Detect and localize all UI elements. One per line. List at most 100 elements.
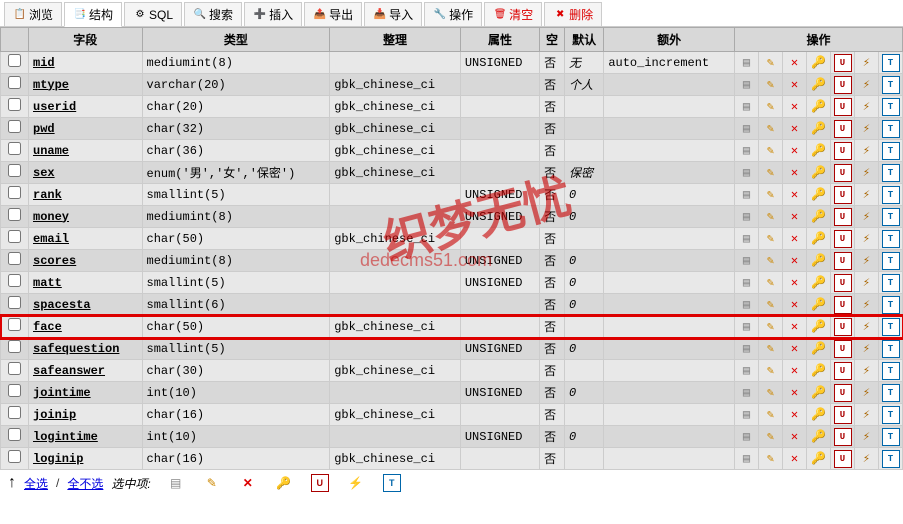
fulltext-icon[interactable]: T	[882, 230, 900, 248]
fulltext-icon[interactable]: T	[882, 120, 900, 138]
primary-key-icon[interactable]: 🔑	[810, 362, 828, 380]
edit-icon[interactable]: ✎	[762, 76, 780, 94]
fulltext-icon[interactable]: T	[882, 384, 900, 402]
unique-icon[interactable]: U	[834, 54, 852, 72]
field-name[interactable]: loginip	[33, 452, 83, 466]
unique-icon[interactable]: U	[834, 252, 852, 270]
drop-icon[interactable]: ✕	[786, 230, 804, 248]
unique-icon[interactable]: U	[834, 340, 852, 358]
drop-icon[interactable]: ✕	[786, 318, 804, 336]
drop-icon[interactable]: ✕	[786, 340, 804, 358]
drop-icon[interactable]: ✕	[786, 142, 804, 160]
browse-icon[interactable]: ▤	[738, 120, 756, 138]
primary-key-icon[interactable]: 🔑	[810, 274, 828, 292]
field-name[interactable]: scores	[33, 254, 76, 268]
primary-key-icon[interactable]: 🔑	[810, 208, 828, 226]
edit-icon[interactable]: ✎	[762, 274, 780, 292]
unique-icon[interactable]: U	[311, 474, 329, 492]
index-icon[interactable]: ⚡	[858, 274, 876, 292]
unique-icon[interactable]: U	[834, 296, 852, 314]
edit-icon[interactable]: ✎	[762, 164, 780, 182]
unique-icon[interactable]: U	[834, 208, 852, 226]
primary-key-icon[interactable]: 🔑	[810, 296, 828, 314]
drop-icon[interactable]: ✕	[786, 164, 804, 182]
fulltext-icon[interactable]: T	[882, 274, 900, 292]
index-icon[interactable]: ⚡	[858, 406, 876, 424]
row-checkbox[interactable]	[8, 142, 21, 155]
row-checkbox[interactable]	[8, 428, 21, 441]
browse-icon[interactable]: ▤	[738, 406, 756, 424]
browse-icon[interactable]: ▤	[167, 474, 185, 492]
tab-8[interactable]: 🗑清空	[484, 2, 542, 26]
primary-key-icon[interactable]: 🔑	[810, 76, 828, 94]
browse-icon[interactable]: ▤	[738, 98, 756, 116]
row-checkbox[interactable]	[8, 450, 21, 463]
index-icon[interactable]: ⚡	[858, 186, 876, 204]
primary-key-icon[interactable]: 🔑	[810, 384, 828, 402]
browse-icon[interactable]: ▤	[738, 252, 756, 270]
field-name[interactable]: mid	[33, 56, 55, 70]
browse-icon[interactable]: ▤	[738, 274, 756, 292]
unique-icon[interactable]: U	[834, 186, 852, 204]
drop-icon[interactable]: ✕	[786, 450, 804, 468]
tab-4[interactable]: ➕插入	[244, 2, 302, 26]
index-icon[interactable]: ⚡	[858, 384, 876, 402]
unique-icon[interactable]: U	[834, 230, 852, 248]
index-icon[interactable]: ⚡	[858, 318, 876, 336]
browse-icon[interactable]: ▤	[738, 164, 756, 182]
index-icon[interactable]: ⚡	[347, 474, 365, 492]
index-icon[interactable]: ⚡	[858, 296, 876, 314]
row-checkbox[interactable]	[8, 318, 21, 331]
tab-1[interactable]: 📑结构	[64, 2, 122, 27]
browse-icon[interactable]: ▤	[738, 340, 756, 358]
tab-5[interactable]: 📤导出	[304, 2, 362, 26]
select-all-link[interactable]: 全选	[24, 475, 48, 492]
index-icon[interactable]: ⚡	[858, 164, 876, 182]
edit-icon[interactable]: ✎	[762, 340, 780, 358]
field-name[interactable]: rank	[33, 188, 62, 202]
tab-7[interactable]: 🔧操作	[424, 2, 482, 26]
edit-icon[interactable]: ✎	[203, 474, 221, 492]
unique-icon[interactable]: U	[834, 428, 852, 446]
edit-icon[interactable]: ✎	[762, 142, 780, 160]
index-icon[interactable]: ⚡	[858, 252, 876, 270]
row-checkbox[interactable]	[8, 98, 21, 111]
index-icon[interactable]: ⚡	[858, 54, 876, 72]
unique-icon[interactable]: U	[834, 362, 852, 380]
row-checkbox[interactable]	[8, 76, 21, 89]
unique-icon[interactable]: U	[834, 142, 852, 160]
browse-icon[interactable]: ▤	[738, 54, 756, 72]
primary-key-icon[interactable]: 🔑	[810, 450, 828, 468]
row-checkbox[interactable]	[8, 362, 21, 375]
row-checkbox[interactable]	[8, 186, 21, 199]
row-checkbox[interactable]	[8, 230, 21, 243]
primary-key-icon[interactable]: 🔑	[810, 340, 828, 358]
row-checkbox[interactable]	[8, 252, 21, 265]
browse-icon[interactable]: ▤	[738, 318, 756, 336]
primary-key-icon[interactable]: 🔑	[810, 164, 828, 182]
unique-icon[interactable]: U	[834, 450, 852, 468]
index-icon[interactable]: ⚡	[858, 208, 876, 226]
index-icon[interactable]: ⚡	[858, 76, 876, 94]
browse-icon[interactable]: ▤	[738, 76, 756, 94]
field-name[interactable]: sex	[33, 166, 55, 180]
browse-icon[interactable]: ▤	[738, 450, 756, 468]
edit-icon[interactable]: ✎	[762, 230, 780, 248]
row-checkbox[interactable]	[8, 406, 21, 419]
edit-icon[interactable]: ✎	[762, 252, 780, 270]
drop-icon[interactable]: ✕	[786, 428, 804, 446]
edit-icon[interactable]: ✎	[762, 428, 780, 446]
drop-icon[interactable]: ✕	[786, 54, 804, 72]
row-checkbox[interactable]	[8, 164, 21, 177]
field-name[interactable]: mtype	[33, 78, 69, 92]
tab-6[interactable]: 📥导入	[364, 2, 422, 26]
unique-icon[interactable]: U	[834, 76, 852, 94]
edit-icon[interactable]: ✎	[762, 98, 780, 116]
fulltext-icon[interactable]: T	[882, 296, 900, 314]
row-checkbox[interactable]	[8, 274, 21, 287]
edit-icon[interactable]: ✎	[762, 208, 780, 226]
fulltext-icon[interactable]: T	[882, 340, 900, 358]
field-name[interactable]: userid	[33, 100, 76, 114]
primary-key-icon[interactable]: 🔑	[810, 142, 828, 160]
tab-2[interactable]: ⚙SQL	[124, 2, 182, 26]
